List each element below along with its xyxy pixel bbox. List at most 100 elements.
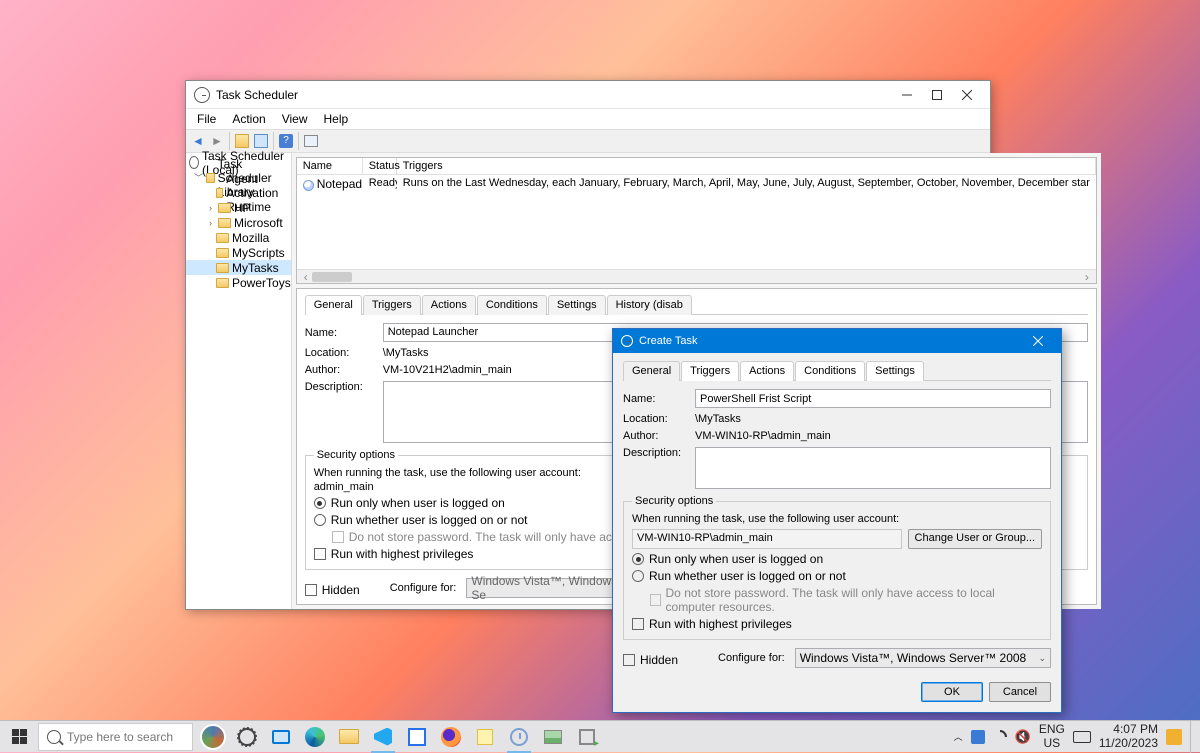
scrollbar-thumb[interactable] xyxy=(312,272,352,282)
volume-icon[interactable]: 🔇 xyxy=(1015,729,1031,745)
col-status[interactable]: Status xyxy=(363,158,397,174)
dlg-radio-logged-on[interactable]: Run only when user is logged on xyxy=(632,552,1042,566)
cortana-icon[interactable] xyxy=(197,721,229,753)
tree-folder[interactable]: Agent Activation Runtime xyxy=(186,185,291,200)
task-status-cell: Ready xyxy=(363,176,397,192)
radio-icon xyxy=(632,570,644,582)
ok-button[interactable]: OK xyxy=(921,682,983,702)
network-icon[interactable] xyxy=(993,730,1007,744)
app-clock-icon xyxy=(194,87,210,103)
maximize-button[interactable] xyxy=(922,84,952,106)
search-box[interactable]: Type here to search xyxy=(38,723,193,751)
dialog-tabs: General Triggers Actions Conditions Sett… xyxy=(623,361,1051,381)
task-manager-icon[interactable] xyxy=(571,721,603,753)
tree-folder[interactable]: MyScripts xyxy=(186,245,291,260)
dialog-close-button[interactable] xyxy=(1023,329,1053,353)
tab-history[interactable]: History (disab xyxy=(607,295,692,315)
tab-general[interactable]: General xyxy=(623,361,680,381)
radio-icon xyxy=(632,553,644,565)
show-desktop[interactable] xyxy=(1190,721,1196,753)
col-triggers[interactable]: Triggers xyxy=(397,158,1096,174)
help-icon[interactable]: ? xyxy=(277,132,295,150)
nav-forward-icon[interactable]: ► xyxy=(208,132,226,150)
dialog-clock-icon xyxy=(621,335,633,347)
change-user-button[interactable]: Change User or Group... xyxy=(908,529,1042,549)
security-legend: Security options xyxy=(314,449,398,461)
clock[interactable]: 4:07 PM 11/20/2023 xyxy=(1099,723,1158,751)
store-icon[interactable] xyxy=(401,721,433,753)
edge-icon[interactable] xyxy=(299,721,331,753)
col-name[interactable]: Name xyxy=(297,158,363,174)
language-indicator[interactable]: ENG US xyxy=(1039,723,1065,749)
task-list[interactable]: Name Status Triggers Notepad La... Ready… xyxy=(296,157,1097,284)
dlg-name-field[interactable] xyxy=(695,389,1051,408)
tab-general[interactable]: General xyxy=(305,295,362,315)
sticky-notes-icon[interactable] xyxy=(469,721,501,753)
dlg-radio-logged-or-not[interactable]: Run whether user is logged on or not xyxy=(632,569,1042,583)
dlg-check-high-priv[interactable]: Run with highest privileges xyxy=(632,617,1042,631)
checkbox-icon xyxy=(623,654,635,666)
tray-overflow-icon[interactable]: ︿ xyxy=(954,730,963,743)
tree-folder[interactable]: PowerToys xyxy=(186,275,291,290)
folder-icon xyxy=(218,218,231,228)
toolbar-icon-1[interactable] xyxy=(233,132,251,150)
notifications-icon[interactable] xyxy=(1166,729,1182,745)
expand-icon[interactable]: › xyxy=(206,218,215,228)
tab-settings[interactable]: Settings xyxy=(866,361,924,381)
firefox-icon[interactable] xyxy=(435,721,467,753)
folder-icon xyxy=(216,233,229,243)
dlg-description-field[interactable] xyxy=(695,447,1051,489)
toolbar-icon-2[interactable] xyxy=(252,132,270,150)
tab-conditions[interactable]: Conditions xyxy=(477,295,547,315)
tab-triggers[interactable]: Triggers xyxy=(681,361,739,381)
nav-back-icon[interactable]: ◄ xyxy=(189,132,207,150)
cancel-button[interactable]: Cancel xyxy=(989,682,1051,702)
dlg-check-hidden[interactable]: Hidden xyxy=(623,653,678,667)
configure-for-select[interactable]: Windows Vista™, Windows Se xyxy=(466,578,636,598)
dlg-author-label: Author: xyxy=(623,430,689,442)
vscode-icon[interactable] xyxy=(367,721,399,753)
radio-icon xyxy=(314,514,326,526)
dlg-configure-select[interactable]: Windows Vista™, Windows Server™ 2008⌄ xyxy=(795,648,1051,668)
tree-pane[interactable]: Task Scheduler (Local) ﹀Task Scheduler L… xyxy=(186,153,292,609)
settings-icon[interactable] xyxy=(231,721,263,753)
windows-logo-icon xyxy=(12,729,27,744)
task-view-icon[interactable] xyxy=(265,721,297,753)
start-button[interactable] xyxy=(0,721,38,753)
dialog-titlebar[interactable]: Create Task xyxy=(613,329,1061,353)
collapse-icon[interactable]: ﹀ xyxy=(194,171,203,184)
file-explorer-icon[interactable] xyxy=(333,721,365,753)
tree-folder-selected[interactable]: MyTasks xyxy=(186,260,291,275)
tab-actions[interactable]: Actions xyxy=(422,295,476,315)
checkbox-icon xyxy=(332,531,344,543)
photos-icon[interactable] xyxy=(537,721,569,753)
keyboard-icon[interactable] xyxy=(1073,731,1091,743)
tab-actions[interactable]: Actions xyxy=(740,361,794,381)
tray-app-icon[interactable] xyxy=(971,730,985,744)
description-label: Description: xyxy=(305,381,377,393)
minimize-button[interactable] xyxy=(892,84,922,106)
tab-triggers[interactable]: Triggers xyxy=(363,295,421,315)
check-hidden[interactable]: Hidden xyxy=(305,583,360,597)
chevron-down-icon: ⌄ xyxy=(1038,653,1046,664)
tree-folder[interactable]: Mozilla xyxy=(186,230,291,245)
toolbar-icon-3[interactable] xyxy=(302,132,320,150)
close-button[interactable] xyxy=(952,84,982,106)
expand-icon[interactable]: › xyxy=(206,203,215,213)
folder-icon xyxy=(206,173,215,183)
menu-help[interactable]: Help xyxy=(317,111,356,127)
tree-folder[interactable]: ›Microsoft xyxy=(186,215,291,230)
task-row[interactable]: Notepad La... Ready Runs on the Last Wed… xyxy=(297,175,1096,193)
menu-action[interactable]: Action xyxy=(225,111,272,127)
radio-icon xyxy=(314,497,326,509)
main-titlebar[interactable]: Task Scheduler xyxy=(186,81,990,109)
menu-view[interactable]: View xyxy=(275,111,315,127)
tab-conditions[interactable]: Conditions xyxy=(795,361,865,381)
checkbox-icon xyxy=(305,584,317,596)
horizontal-scrollbar[interactable] xyxy=(297,269,1096,283)
task-scheduler-icon[interactable] xyxy=(503,721,535,753)
toolbar-separator xyxy=(229,132,230,150)
menu-file[interactable]: File xyxy=(190,111,223,127)
tab-settings[interactable]: Settings xyxy=(548,295,606,315)
checkbox-icon xyxy=(632,618,644,630)
